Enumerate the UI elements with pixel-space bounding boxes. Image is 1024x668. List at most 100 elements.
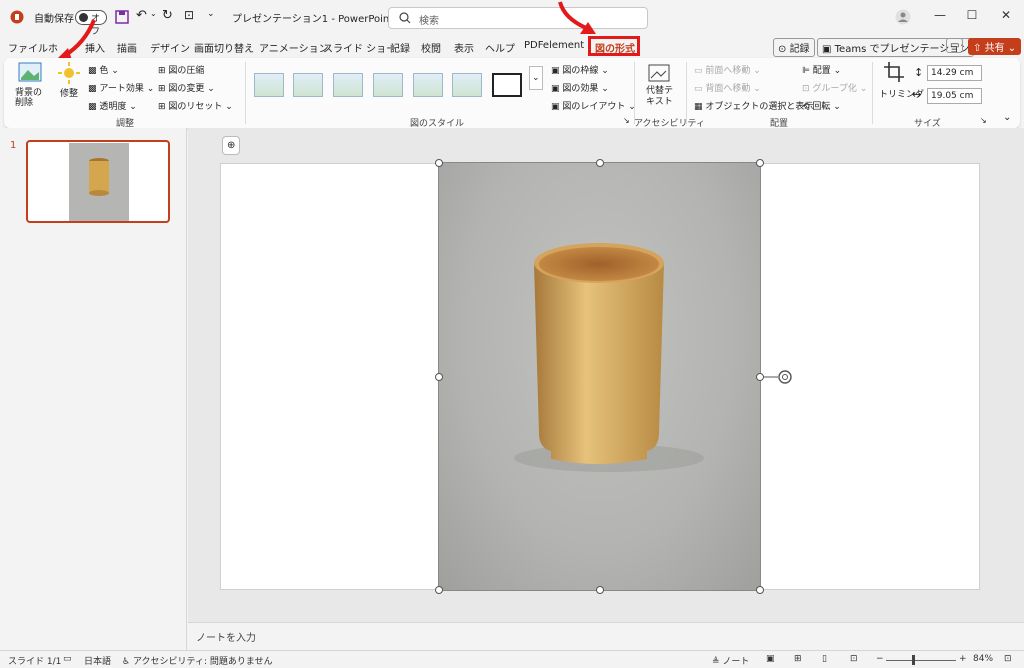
zoom-slider[interactable] xyxy=(886,660,956,661)
bring-forward-button: ▭ 前面へ移動 ⌄ xyxy=(694,66,761,76)
tab-view[interactable]: 表示 xyxy=(454,40,474,55)
save-icon[interactable] xyxy=(115,10,129,27)
spellcheck-icon[interactable]: ▭ xyxy=(63,654,72,664)
height-icon: ↕ xyxy=(914,66,924,79)
customize-toolbar-icon[interactable]: ⌄ xyxy=(207,9,215,19)
collapse-ribbon-icon[interactable]: ⌄ xyxy=(1003,112,1011,123)
width-input[interactable]: 19.05 cm xyxy=(927,88,982,104)
picture-border-button[interactable]: ▣ 図の枠線 ⌄ xyxy=(551,63,609,76)
resize-handle-nw[interactable] xyxy=(435,159,443,167)
notes-pane[interactable]: ノートを入力 xyxy=(188,622,1024,650)
resize-handle-s[interactable] xyxy=(596,586,604,594)
fit-to-window-icon[interactable]: ⊡ xyxy=(1004,654,1012,664)
alt-text-icon[interactable] xyxy=(648,64,670,87)
rotate-handle-icon[interactable] xyxy=(764,368,794,391)
color-button[interactable]: ▩ 色 ⌄ xyxy=(88,63,119,76)
present-icon[interactable]: ⊡ xyxy=(184,8,194,22)
search-placeholder: 検索 xyxy=(419,16,439,27)
rotate-button[interactable]: ⟲ 回転 ⌄ xyxy=(802,99,841,112)
height-input[interactable]: 14.29 cm xyxy=(927,65,982,81)
artistic-effects-button[interactable]: ▩ アート効果 ⌄ xyxy=(88,81,154,94)
tab-record[interactable]: 記録 xyxy=(390,40,410,55)
ribbon-tabs: ファイル ホ 挿入 描画 デザイン 画面切り替え アニメーション スライド ショ… xyxy=(0,36,1024,58)
zoom-level[interactable]: 84% xyxy=(973,654,993,664)
search-box[interactable]: 検索 xyxy=(388,7,648,29)
resize-handle-se[interactable] xyxy=(756,586,764,594)
search-icon xyxy=(399,12,411,27)
zoom-slider-thumb[interactable] xyxy=(912,655,915,665)
width-icon: ↔ xyxy=(912,88,922,101)
redo-icon[interactable]: ↻ xyxy=(162,8,173,23)
thumbnail-image xyxy=(69,143,129,221)
picture-style-4[interactable] xyxy=(373,73,403,97)
maximize-button[interactable]: ☐ xyxy=(962,8,982,28)
tab-animations[interactable]: アニメーション xyxy=(259,40,329,55)
corrections-icon[interactable] xyxy=(58,62,80,87)
undo-icon[interactable]: ↶ xyxy=(136,8,147,23)
notes-placeholder: ノートを入力 xyxy=(196,633,256,644)
reset-picture-button[interactable]: ⊞ 図のリセット ⌄ xyxy=(158,99,233,112)
resize-handle-e[interactable] xyxy=(756,373,764,381)
slide-count: スライド 1/1 xyxy=(8,657,62,667)
reading-view-icon[interactable]: ▯ xyxy=(822,654,827,664)
comments-icon[interactable]: ▭ xyxy=(946,38,964,53)
tab-draw[interactable]: 描画 xyxy=(117,40,137,55)
share-button[interactable]: ⇧ 共有 ⌄ xyxy=(968,38,1022,55)
account-avatar-icon[interactable] xyxy=(895,9,911,28)
resize-handle-n[interactable] xyxy=(596,159,604,167)
picture-layout-button[interactable]: ▣ 図のレイアウト ⌄ xyxy=(551,99,636,112)
separator xyxy=(245,62,246,124)
record-button[interactable]: ⊙ 記録 xyxy=(773,38,815,57)
styles-more-button[interactable]: ⌄ xyxy=(529,66,543,90)
resize-handle-ne[interactable] xyxy=(756,159,764,167)
tab-transitions[interactable]: 画面切り替え xyxy=(194,40,254,55)
crop-icon[interactable] xyxy=(884,62,904,85)
tab-pdfelement[interactable]: PDFelement xyxy=(524,40,584,51)
language[interactable]: 日本語 xyxy=(84,654,111,667)
title-bar: 自動保存 オフ ↶ ⌄ ↻ ⊡ ⌄ プレゼンテーション1 - PowerPoin… xyxy=(0,0,1024,37)
tab-help[interactable]: ヘルプ xyxy=(485,40,515,55)
normal-view-icon[interactable]: ▣ xyxy=(766,654,775,664)
picture-style-6[interactable] xyxy=(452,73,482,97)
notes-toggle-button[interactable]: ≜ ノート xyxy=(712,654,749,667)
dialog-launcher-icon[interactable]: ↘ xyxy=(980,116,987,125)
chevron-down-icon[interactable]: ⌄ xyxy=(150,9,157,18)
compress-pictures-button[interactable]: ⊞ 図の圧縮 xyxy=(158,63,204,76)
selection-pane-button[interactable]: ▦ オブジェクトの選択と表示 xyxy=(694,99,813,112)
group-button: ⊡ グループ化 ⌄ xyxy=(802,84,868,94)
zoom-in-button[interactable]: + xyxy=(959,654,967,664)
transparency-button[interactable]: ▩ 透明度 ⌄ xyxy=(88,99,137,112)
change-picture-button[interactable]: ⊞ 図の変更 ⌄ xyxy=(158,81,215,94)
minimize-button[interactable]: — xyxy=(930,8,950,28)
align-button[interactable]: ⊫ 配置 ⌄ xyxy=(802,63,841,76)
picture-effects-button[interactable]: ▣ 図の効果 ⌄ xyxy=(551,81,609,94)
picture-style-1[interactable] xyxy=(254,73,284,97)
tab-review[interactable]: 校閲 xyxy=(421,40,441,55)
slideshow-icon[interactable]: ⊡ xyxy=(850,654,858,664)
resize-handle-sw[interactable] xyxy=(435,586,443,594)
picture-style-2[interactable] xyxy=(293,73,323,97)
slide-sorter-icon[interactable]: ⊞ xyxy=(794,654,802,664)
send-backward-button: ▭ 背面へ移動 ⌄ xyxy=(694,84,761,94)
separator xyxy=(872,62,873,124)
picture-style-3[interactable] xyxy=(333,73,363,97)
tab-slideshow[interactable]: スライド ショー xyxy=(323,40,396,55)
resize-handle-w[interactable] xyxy=(435,373,443,381)
selected-picture[interactable] xyxy=(438,162,761,591)
accessibility-status[interactable]: ♿ アクセシビリティ: 問題ありません xyxy=(122,654,273,667)
separator xyxy=(634,62,635,124)
dialog-launcher-icon[interactable]: ↘ xyxy=(623,116,630,125)
remove-background-button[interactable]: 背景の削除 xyxy=(15,88,45,108)
designer-icon[interactable]: ⊕ xyxy=(222,136,241,155)
picture-style-7[interactable] xyxy=(492,73,522,97)
zoom-out-button[interactable]: − xyxy=(876,654,884,664)
close-button[interactable]: ✕ xyxy=(996,8,1016,28)
tab-file[interactable]: ファイル xyxy=(8,40,48,55)
slide-thumbnail[interactable] xyxy=(26,140,170,223)
cup-image xyxy=(514,243,704,472)
corrections-button[interactable]: 修整 xyxy=(60,86,78,99)
tab-design[interactable]: デザイン xyxy=(150,40,190,55)
remove-background-icon[interactable] xyxy=(18,62,42,87)
alt-text-button[interactable]: 代替テキスト xyxy=(646,86,674,108)
picture-style-5[interactable] xyxy=(413,73,443,97)
